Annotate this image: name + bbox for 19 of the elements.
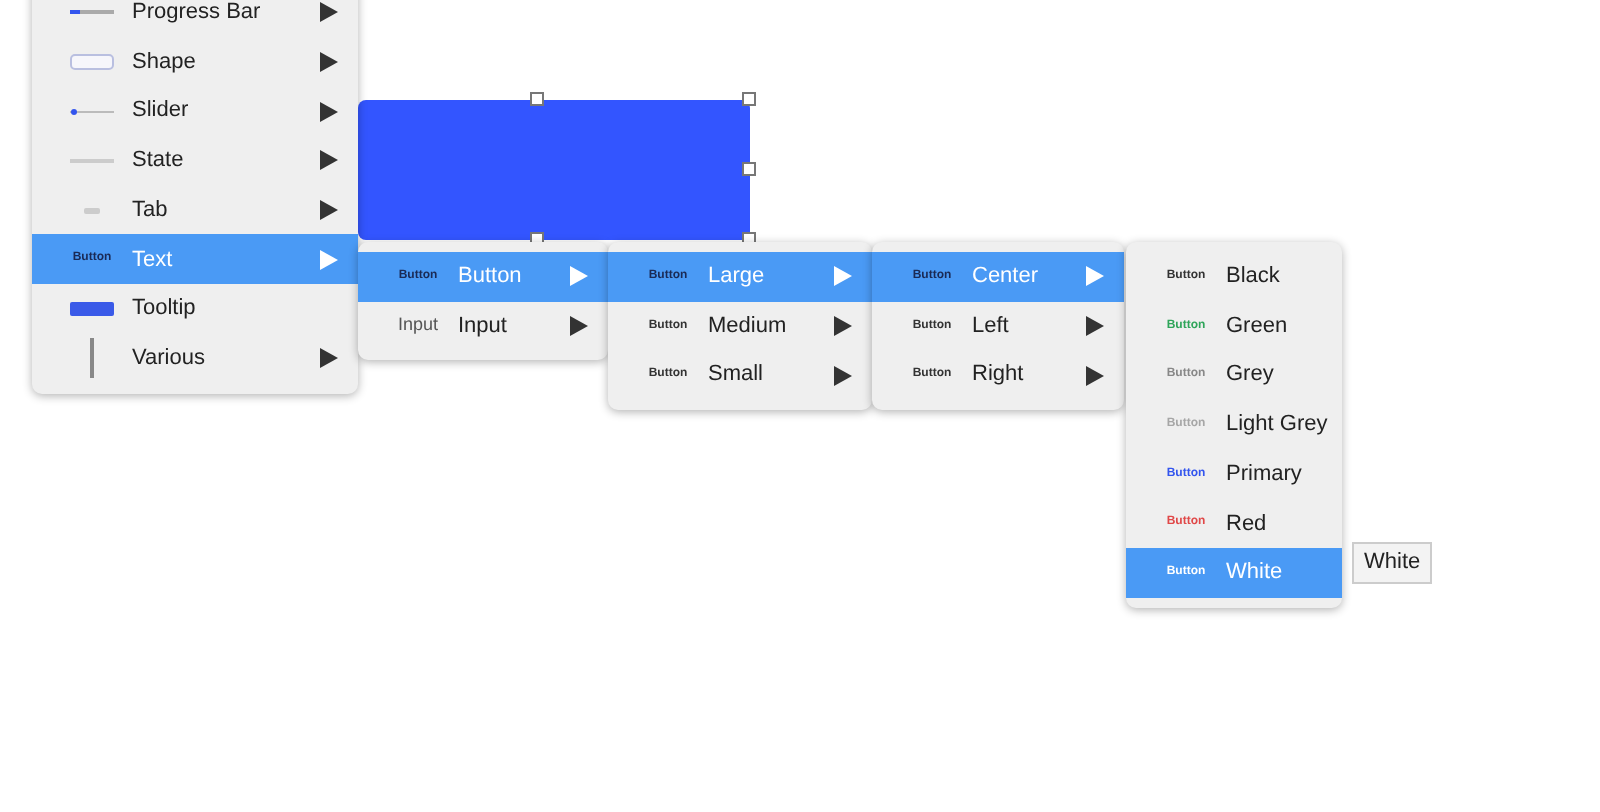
menu-item[interactable]: Various xyxy=(32,333,358,383)
menu-item[interactable]: Shape xyxy=(32,37,358,87)
menu-item[interactable]: Tooltip xyxy=(32,284,358,334)
menu-item[interactable]: Input Input xyxy=(358,301,608,351)
menu-item[interactable]: Slider xyxy=(32,86,358,137)
menu-item[interactable]: Progress Bar xyxy=(32,0,358,38)
slider-icon xyxy=(70,107,114,116)
vertical-line-icon xyxy=(90,338,94,379)
line-icon xyxy=(70,157,114,164)
resize-handle[interactable] xyxy=(530,92,544,106)
tooltip-icon xyxy=(70,301,114,316)
rectangle-icon xyxy=(70,54,114,71)
preview-text: Input xyxy=(397,312,439,339)
resize-handle[interactable] xyxy=(742,92,756,106)
menu-item[interactable]: Tab xyxy=(32,185,358,235)
menu-item[interactable]: State xyxy=(32,136,358,186)
resize-handle[interactable] xyxy=(742,162,756,176)
dash-icon xyxy=(84,207,100,214)
tooltip: White xyxy=(1352,542,1433,583)
